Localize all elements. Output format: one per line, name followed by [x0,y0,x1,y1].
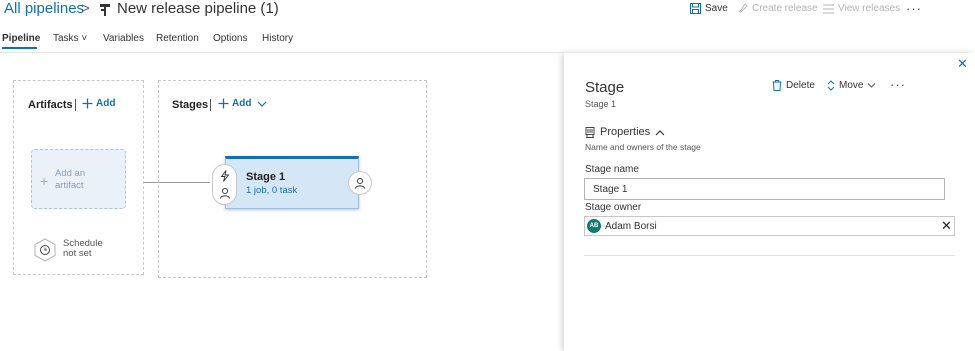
panel-title: Stage [585,79,625,96]
add-artifact-label: Add [96,98,116,109]
artifacts-title: Artifacts [28,99,73,111]
stage-card-name[interactable]: Stage 1 [246,171,285,183]
view-releases-button[interactable]: View releases [823,3,900,14]
chevron-up-icon [655,129,665,135]
active-tab-indicator [2,47,37,49]
chevron-down-icon [258,101,267,107]
avatar: AB [587,219,601,233]
add-stage-label: Add [232,98,252,109]
create-release-button[interactable]: Create release [737,3,818,14]
stage-card-summary[interactable]: 1 job, 0 task [246,185,297,196]
schedule-line2: not set [63,248,92,259]
add-artifact-line1: Add an [55,168,86,179]
delete-stage-button[interactable]: Delete [772,80,815,91]
panel-divider [584,255,955,256]
artifacts-divider [75,99,76,111]
tab-pipeline[interactable]: Pipeline [2,33,40,44]
clock-icon[interactable] [33,238,57,262]
beaker-icon [585,126,595,138]
owner-name: Adam Borsi [605,221,657,232]
post-deployment-conditions[interactable] [348,171,372,195]
tab-variables[interactable]: Variables [103,33,144,44]
list-icon [823,4,834,13]
save-button[interactable]: Save [690,3,728,14]
tabs-divider [0,52,564,53]
delete-label: Delete [786,80,815,91]
add-artifact-text: Add an artifact [55,168,85,192]
chevron-down-icon [868,83,876,88]
move-label: Move [839,80,864,91]
close-icon[interactable]: ✕ [957,56,968,72]
plus-icon [218,98,229,109]
rocket-icon [738,3,748,14]
tab-retention[interactable]: Retention [156,33,199,44]
panel-subtitle: Stage 1 [585,99,617,109]
tab-history[interactable]: History [262,33,293,44]
more-actions-button[interactable]: ··· [906,1,922,16]
person-icon [220,187,230,199]
stage-name-label: Stage name [585,164,639,175]
stages-title: Stages [172,99,209,111]
properties-label: Properties [600,126,651,138]
lightning-icon [220,170,230,182]
schedule-status[interactable]: Schedule not set [63,239,103,259]
properties-description: Name and owners of the stage [585,142,701,152]
tab-tasks[interactable]: Tasks ˅ [53,33,87,44]
save-icon [690,3,701,14]
page-title: New release pipeline (1) [117,0,279,17]
breadcrumb-separator: > [81,0,90,17]
add-artifact-link[interactable]: Add [82,98,115,109]
panel-more-button[interactable]: ··· [890,77,906,92]
properties-toggle[interactable]: Properties [585,126,665,138]
stage-owner-label: Stage owner [585,202,642,213]
pre-deployment-conditions[interactable] [212,164,237,205]
add-stage-link[interactable]: Add [218,98,267,109]
stage-name-input[interactable] [584,178,945,200]
tab-options[interactable]: Options [213,33,247,44]
view-releases-label: View releases [838,3,901,14]
breadcrumb-all-pipelines[interactable]: All pipelines [4,0,84,17]
plus-icon: + [40,173,49,189]
stages-divider [210,99,211,111]
create-release-label: Create release [752,3,818,14]
plus-icon [82,98,93,109]
person-icon [355,177,365,189]
pipeline-icon [100,4,110,16]
clear-owner-icon[interactable]: ✕ [941,218,952,234]
save-label: Save [705,3,728,14]
add-artifact-line2: artifact [55,180,84,191]
move-stage-button[interactable]: Move [827,80,876,91]
trash-icon [772,80,782,91]
move-arrows-icon [827,80,835,91]
